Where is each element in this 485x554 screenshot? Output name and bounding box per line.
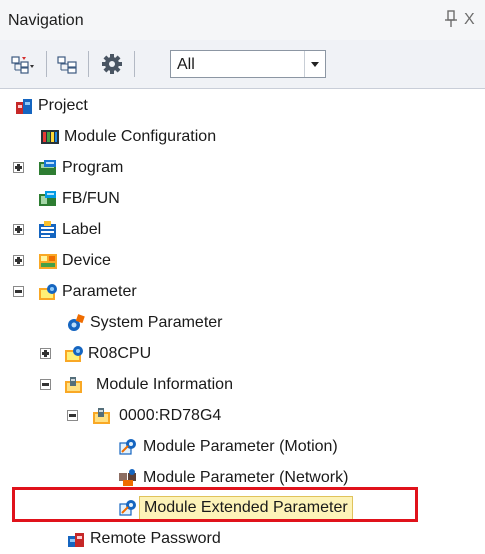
collapse-icon[interactable]: [40, 379, 51, 390]
expand-icon[interactable]: [13, 255, 24, 266]
tree-item-rd78g4[interactable]: 0000:RD78G4: [0, 401, 485, 431]
tree-item-label: Label: [62, 221, 102, 238]
gear-icon[interactable]: [98, 51, 126, 77]
filter-dropdown[interactable]: All: [170, 50, 326, 78]
dropdown-arrow-icon[interactable]: [304, 51, 325, 77]
remote-password-icon: [68, 533, 84, 547]
tree-item-module-information[interactable]: Module Information: [0, 370, 485, 400]
tree-item-system-parameter[interactable]: System Parameter: [0, 308, 485, 338]
expand-collapse-icon[interactable]: [8, 51, 36, 77]
cpu-icon: [65, 346, 83, 362]
project-icon: [16, 99, 32, 114]
toolbar-separator: [46, 51, 47, 77]
tree-item-label: Remote Password: [90, 530, 221, 547]
tree-item-module-parameter-motion[interactable]: Module Parameter (Motion): [0, 432, 485, 462]
label-icon: [39, 221, 56, 238]
module-parameter-icon: [119, 439, 136, 455]
tree-item-label: FB/FUN: [62, 190, 120, 207]
tree-item-label: Program: [62, 159, 124, 176]
program-icon: [39, 160, 56, 175]
panel-title: Navigation: [8, 12, 84, 29]
tree-item-r08cpu[interactable]: R08CPU: [0, 339, 485, 369]
fbfun-icon: [39, 191, 56, 206]
tree-item-label: Project: [38, 97, 88, 114]
tree-item-label: R08CPU: [88, 345, 152, 362]
system-parameter-icon: [68, 314, 85, 331]
tree-item-parameter[interactable]: Parameter: [0, 277, 485, 307]
tree-view-icon[interactable]: [54, 51, 82, 77]
project-tree: Project Module Configuration Program FB/…: [0, 88, 485, 554]
tree-item-fbfun[interactable]: FB/FUN: [0, 184, 485, 214]
tree-item-label: System Parameter: [90, 314, 223, 331]
device-icon: [39, 254, 57, 269]
tree-item-remote-password[interactable]: Remote Password: [0, 524, 485, 554]
tree-item-label: Module Parameter (Motion): [143, 438, 338, 455]
tree-item-label: Module Parameter (Network): [143, 469, 349, 486]
expand-icon[interactable]: [40, 348, 51, 359]
tree-item-label: Device: [62, 252, 111, 269]
parameter-icon: [39, 284, 57, 300]
close-icon[interactable]: X: [464, 12, 475, 28]
module-information-icon: [65, 377, 82, 393]
pin-icon[interactable]: [444, 10, 458, 28]
collapse-icon[interactable]: [13, 286, 24, 297]
module-config-icon: [41, 130, 59, 144]
expand-icon[interactable]: [13, 162, 24, 173]
tree-item-label: Module Configuration: [64, 128, 217, 145]
filter-value: All: [177, 56, 195, 73]
navigation-toolbar: All: [0, 40, 485, 89]
tree-item-device[interactable]: Device: [0, 246, 485, 276]
tree-item-label: Module Information: [96, 376, 233, 393]
panel-titlebar: Navigation X: [0, 0, 485, 40]
tree-item-project[interactable]: Project: [0, 91, 485, 121]
toolbar-separator: [134, 51, 135, 77]
tree-item-module-configuration[interactable]: Module Configuration: [0, 122, 485, 152]
highlight-box: [12, 487, 418, 522]
module-icon: [93, 408, 110, 424]
tree-item-label-node[interactable]: Label: [0, 215, 485, 245]
network-parameter-icon: [119, 469, 136, 486]
collapse-icon[interactable]: [67, 410, 78, 421]
expand-icon[interactable]: [13, 224, 24, 235]
tree-item-label: 0000:RD78G4: [119, 407, 222, 424]
tree-item-program[interactable]: Program: [0, 153, 485, 183]
tree-item-label: Parameter: [62, 283, 137, 300]
toolbar-separator: [88, 51, 89, 77]
